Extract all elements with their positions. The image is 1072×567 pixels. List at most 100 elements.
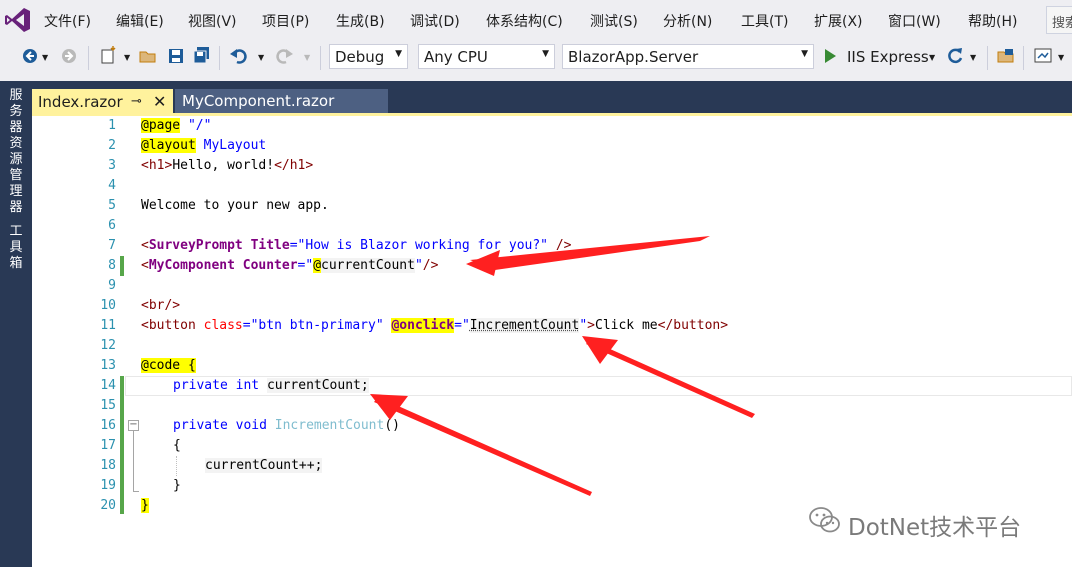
tab-index-razor-label: Index.razor — [38, 93, 123, 111]
string-quote: " — [579, 318, 588, 333]
browser-link-icon[interactable] — [1033, 46, 1053, 66]
line-number: 12 — [100, 338, 116, 353]
code-line: { — [173, 436, 181, 456]
chevron-down-icon[interactable]: ▼ — [970, 53, 976, 62]
undo-icon[interactable] — [229, 46, 249, 66]
razor-directive: @layout — [141, 138, 196, 153]
browser-refresh-icon[interactable] — [945, 46, 965, 66]
menu-build[interactable]: 生成(B) — [336, 11, 385, 31]
toolbox-tab[interactable]: 工具箱 — [5, 224, 27, 272]
toolbar-separator — [219, 46, 220, 70]
chevron-down-icon[interactable]: ▼ — [42, 53, 48, 62]
find-in-files-icon[interactable] — [996, 46, 1016, 66]
text-content: Click me — [595, 318, 658, 333]
search-input[interactable]: 搜索 — [1046, 6, 1072, 34]
toolbar-separator — [987, 46, 988, 70]
razor-directive-attribute: @onclick — [391, 318, 455, 333]
line-number: 20 — [100, 498, 116, 513]
menu-tools[interactable]: 工具(T) — [741, 11, 788, 31]
close-icon[interactable]: ✕ — [153, 92, 166, 111]
code-editor[interactable] — [32, 116, 1072, 567]
string-literal: "/" — [187, 118, 212, 133]
toolbar-separator — [1023, 46, 1024, 70]
start-debugging-button[interactable]: IIS Express — [847, 48, 929, 66]
startup-project-select[interactable]: BlazorApp.Server ▼ — [562, 44, 814, 69]
line-number: 6 — [108, 218, 116, 233]
code-line: @code { — [141, 356, 196, 376]
line-number: 18 — [100, 458, 116, 473]
menu-analyze[interactable]: 分析(N) — [663, 11, 712, 31]
chevron-down-icon: ▼ — [542, 49, 549, 59]
parentheses: () — [384, 418, 400, 433]
chevron-down-icon[interactable]: ▼ — [1058, 53, 1064, 62]
visual-studio-logo-icon[interactable] — [4, 6, 32, 34]
chevron-down-icon[interactable]: ▼ — [258, 53, 264, 62]
solution-configuration-select[interactable]: Debug ▼ — [329, 44, 408, 69]
chevron-down-icon[interactable]: ▼ — [124, 53, 130, 62]
tag-bracket: < — [141, 238, 149, 253]
field-name: currentCount; — [266, 378, 369, 393]
solution-platform-value: Any CPU — [424, 48, 488, 66]
menu-view[interactable]: 视图(V) — [188, 11, 237, 31]
string-literal: "btn btn-primary" — [250, 318, 384, 333]
keyword: int — [235, 378, 260, 393]
line-number: 4 — [108, 178, 116, 193]
save-all-icon[interactable] — [192, 46, 212, 66]
navigate-forward-icon[interactable] — [59, 46, 79, 66]
string-quote: " — [461, 318, 470, 333]
menu-architecture[interactable]: 体系结构(C) — [486, 11, 563, 31]
code-line: } — [141, 496, 149, 516]
menu-file[interactable]: 文件(F) — [44, 11, 91, 31]
chevron-down-icon: ▼ — [395, 49, 402, 59]
server-explorer-tab[interactable]: 服务器资源管理器 — [5, 88, 27, 216]
navigate-back-icon[interactable] — [20, 46, 40, 66]
html-attribute: class — [203, 318, 243, 333]
code-line: <button class="btn btn-primary" @onclick… — [141, 316, 728, 336]
operator: = — [242, 318, 251, 333]
tag-bracket: < — [141, 258, 149, 273]
html-tag: <br/> — [141, 298, 181, 313]
solution-platform-select[interactable]: Any CPU ▼ — [418, 44, 555, 69]
menu-project[interactable]: 项目(P) — [262, 11, 309, 31]
line-number: 19 — [100, 478, 116, 493]
menu-edit[interactable]: 编辑(E) — [116, 11, 164, 31]
menu-window[interactable]: 窗口(W) — [888, 11, 941, 31]
component-name: MyComponent — [148, 258, 235, 273]
code-line: currentCount++; — [205, 456, 323, 476]
collapse-region-icon[interactable]: − — [128, 420, 139, 431]
menu-test[interactable]: 测试(S) — [590, 11, 638, 31]
open-file-icon[interactable] — [138, 46, 158, 66]
menu-debug[interactable]: 调试(D) — [410, 11, 460, 31]
chevron-down-icon[interactable]: ▼ — [929, 53, 935, 62]
keyword: void — [235, 418, 267, 433]
save-icon[interactable] — [166, 46, 186, 66]
chevron-down-icon[interactable]: ▼ — [304, 53, 310, 62]
brace: { — [180, 358, 196, 373]
pin-icon[interactable]: ⊸ — [131, 94, 142, 109]
statement: currentCount++; — [205, 458, 323, 473]
chevron-down-icon: ▼ — [801, 49, 808, 59]
razor-directive: @page — [141, 118, 181, 133]
line-number: 1 — [108, 118, 116, 133]
operator: = — [289, 238, 298, 253]
tag-bracket: /> — [548, 238, 572, 253]
html-tag: button — [148, 318, 196, 333]
menu-help[interactable]: 帮助(H) — [968, 11, 1017, 31]
menu-extensions[interactable]: 扩展(X) — [814, 11, 863, 31]
new-project-icon[interactable] — [98, 46, 118, 66]
keyword: private — [173, 418, 228, 433]
brace: } — [141, 498, 149, 513]
code-line: <SurveyPrompt Title="How is Blazor worki… — [141, 236, 571, 256]
operator: = — [454, 318, 462, 333]
text-content: Hello, world! — [172, 158, 275, 173]
toolbar-separator — [320, 46, 321, 70]
redo-icon[interactable] — [274, 46, 294, 66]
start-debugging-icon[interactable] — [823, 48, 837, 64]
variable-reference: currentCount — [321, 258, 415, 273]
tag-bracket: > — [587, 318, 595, 333]
component-attribute: Title — [250, 238, 290, 253]
tab-mycomponent-razor-label: MyComponent.razor — [182, 92, 335, 110]
keyword: private — [173, 378, 228, 393]
code-line: @page "/" — [141, 116, 211, 136]
line-number: 5 — [108, 198, 116, 213]
